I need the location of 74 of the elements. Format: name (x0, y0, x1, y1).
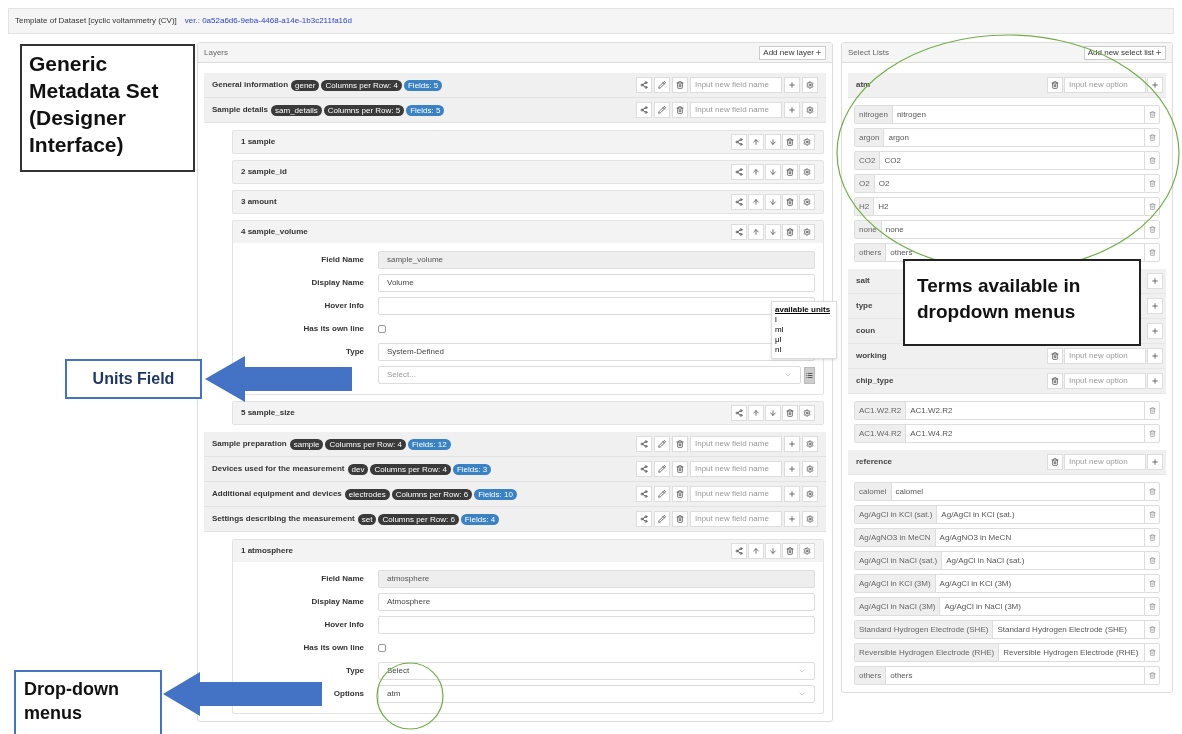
popover-title: available units (775, 305, 832, 315)
field-title: 4 sample_volume (241, 226, 308, 238)
callout-box: Units Field (65, 359, 202, 399)
layer-tag: Columns per Row: 4 (325, 438, 406, 450)
option-key: Ag/AgCl in KCl (sat.) (855, 506, 938, 523)
field-label: Type (344, 665, 365, 677)
layer-tag: Columns per Row: 4 (321, 79, 402, 91)
option-key: Ag/AgCl in NaCl (sat.) (855, 552, 943, 569)
fields-count: Fields: 5 (403, 79, 443, 91)
panel-title: Select Lists (848, 46, 889, 59)
option-key: others (855, 244, 887, 261)
fields-count: Fields: 3 (452, 463, 492, 475)
layer-tag: electrodes (344, 488, 390, 500)
field-label: Has its own line (302, 642, 365, 654)
layer-tag: sam_details (271, 104, 322, 116)
fields-count: Fields: 10 (474, 488, 517, 500)
select-list-title: reference (856, 456, 893, 468)
layer-title: General information (212, 79, 288, 91)
layer-title: Sample preparation (212, 438, 287, 450)
option-key: CO2 (855, 152, 881, 169)
layer-tag: Columns per Row: 4 (370, 463, 451, 475)
annotation-tooltip: Terms available in dropdown menus (903, 259, 1141, 346)
layer-tag: gener (291, 79, 320, 91)
field-title: 1 atmosphere (241, 545, 294, 557)
layer-tag: Columns per Row: 5 (323, 104, 405, 116)
fields-count: Fields: 5 (406, 104, 445, 116)
select-list-title: chip_type (856, 375, 894, 387)
layer-title: Devices used for the measurement (212, 463, 345, 475)
field-label: Display Name (310, 596, 365, 608)
layer-title: Settings describing the measurement (212, 513, 355, 525)
fields-count: Fields: 12 (407, 438, 451, 450)
layer-title: Sample details (212, 104, 269, 116)
select-list-title: working (856, 350, 887, 362)
field-title: 1 sample (241, 136, 276, 148)
template-title: Template of Dataset [cyclic voltammetry (CV)] (15, 15, 177, 27)
select-list-title: coun (856, 325, 876, 337)
field-label: Hover Info (323, 619, 365, 631)
layer-title: Additional equipment and devices (212, 488, 342, 500)
option-key: nitrogen (855, 106, 893, 123)
select-list-title: atm (856, 79, 871, 91)
field-label: Field Name (320, 254, 365, 266)
panel-title: Layers (204, 46, 228, 59)
layer-tag: Columns per Row: 6 (378, 513, 459, 525)
option-key: Standard Hydrogen Electrode (SHE) (855, 621, 994, 638)
select-list-title: salt (856, 275, 870, 287)
field-label: Hover Info (323, 300, 365, 312)
callout-box: Drop-down menus (14, 670, 162, 734)
option-key: AC1.W2.R2 (855, 402, 907, 419)
option-key: Ag/AgNO3 in MeCN (855, 529, 936, 546)
field-title: 2 sample_id (241, 166, 287, 178)
option-key: Reversible Hydrogen Electrode (RHE) (855, 644, 1000, 661)
fields-count: Fields: 4 (460, 513, 500, 525)
option-key: none (855, 221, 882, 238)
field-label: Type (344, 346, 365, 358)
option-key: argon (855, 129, 885, 146)
layer-tag: sample (289, 438, 324, 450)
option-key: O2 (855, 175, 875, 192)
callout-box: Generic Metadata Set (Designer Interface) (20, 44, 195, 172)
option-key: Ag/AgCl in KCl (3M) (855, 575, 936, 592)
layer-tag: Columns per Row: 6 (391, 488, 473, 500)
field-label: Field Name (320, 573, 365, 585)
option-key: Ag/AgCl in NaCl (3M) (855, 598, 941, 615)
layer-tag: set (357, 513, 377, 525)
select-list-title: type (856, 300, 873, 312)
field-title: 5 sample_size (241, 407, 295, 419)
option-key: calomel (855, 483, 892, 500)
field-title: 3 amount (241, 196, 277, 208)
field-label: Has its own line (302, 323, 365, 335)
field-label: Display Name (310, 277, 365, 289)
option-key: H2 (855, 198, 875, 215)
option-key: AC1.W4.R2 (855, 425, 907, 442)
option-key: others (855, 667, 887, 684)
layer-tag: dev (347, 463, 369, 475)
field-label: Options (332, 688, 365, 700)
